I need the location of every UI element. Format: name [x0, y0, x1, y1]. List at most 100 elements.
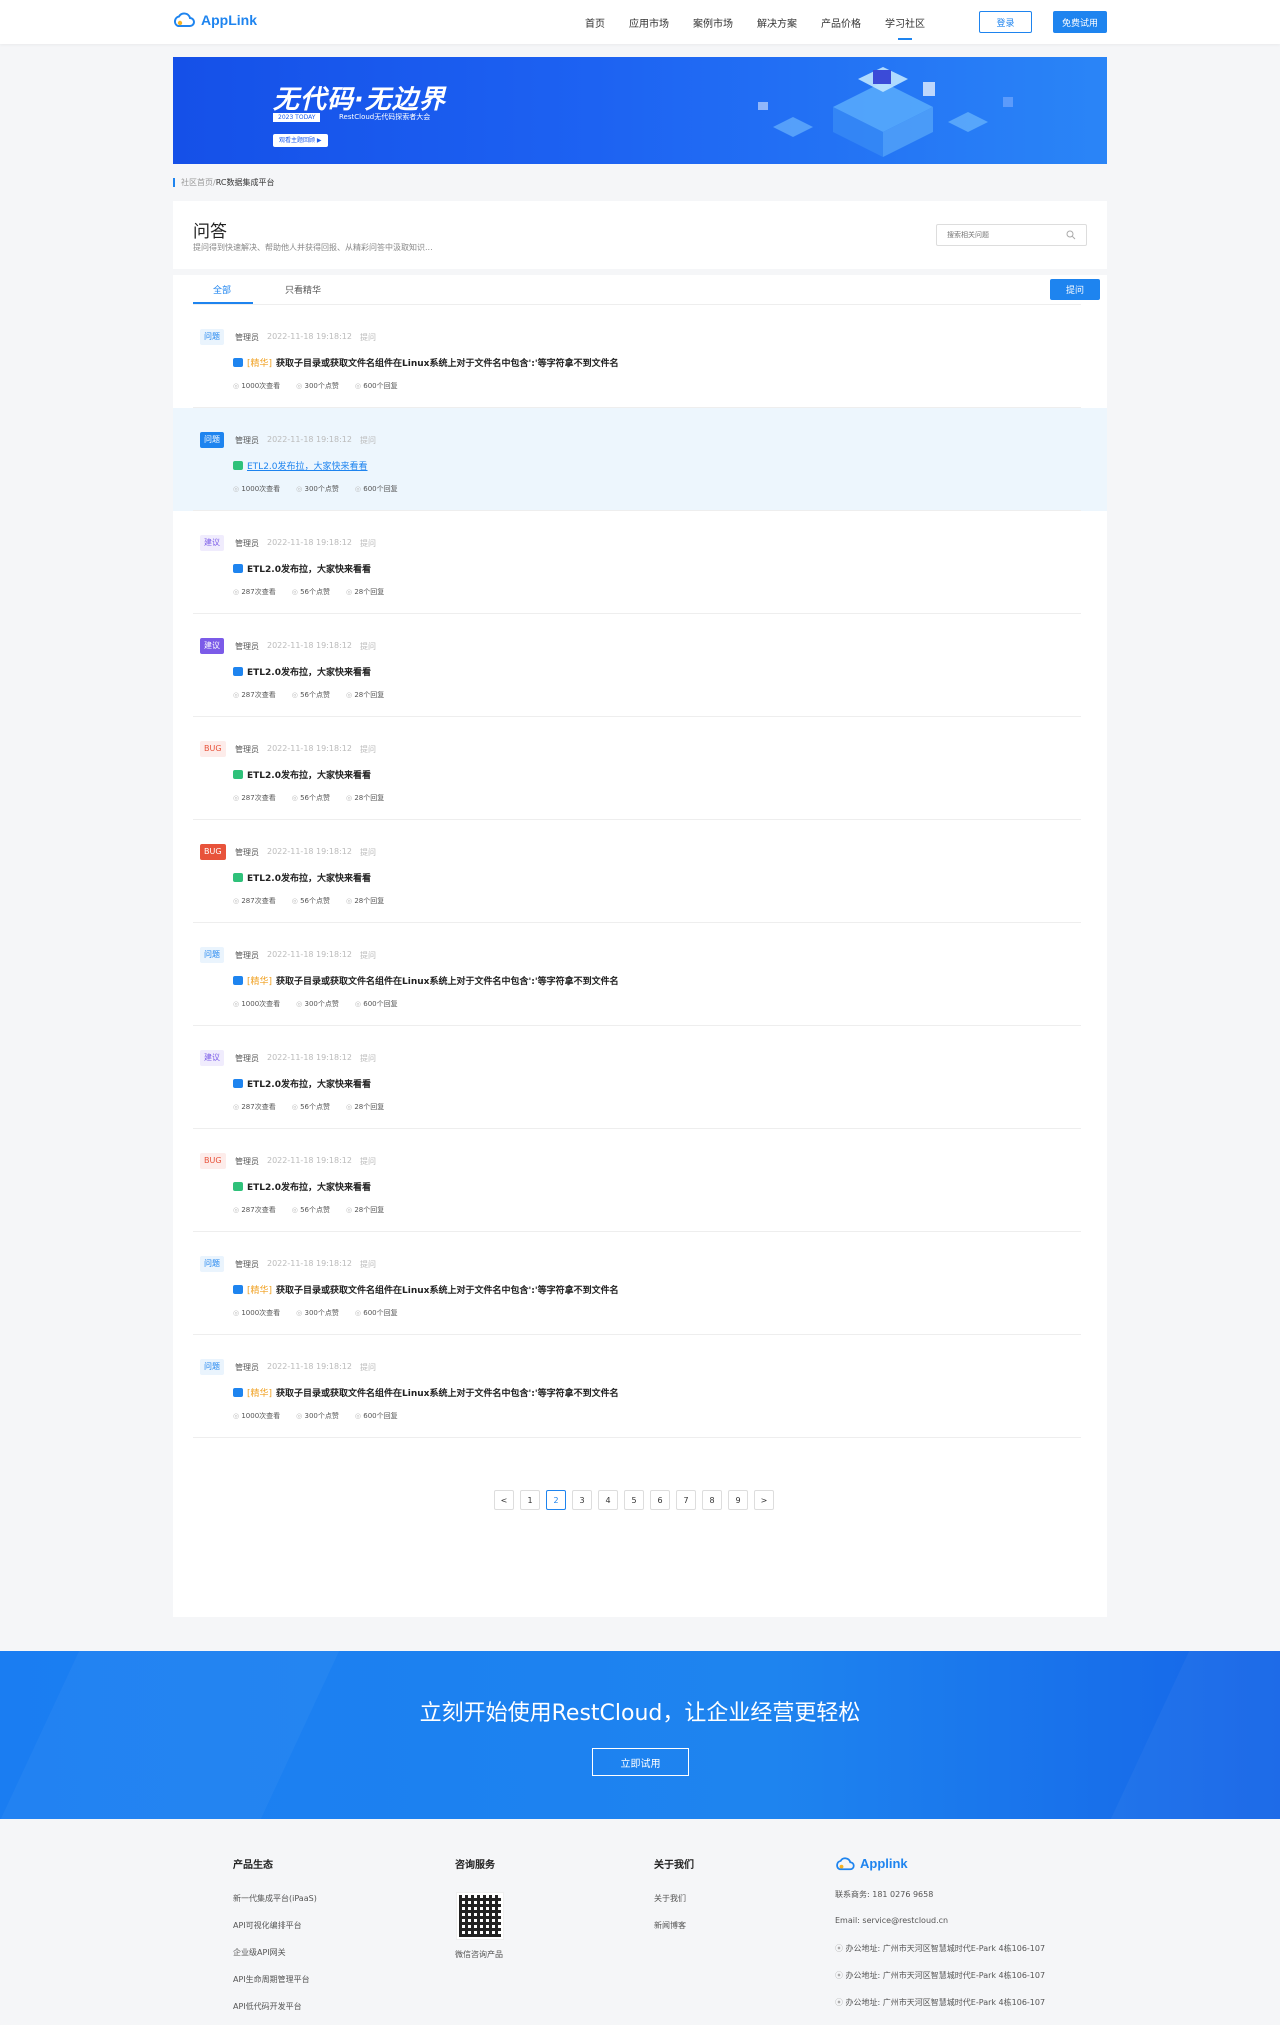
footer-link[interactable]: API生命周期管理平台 — [233, 1974, 317, 1984]
like-count: 56个点赞 — [292, 793, 330, 803]
question-title-link[interactable]: 获取子目录或获取文件名组件在Linux系统上对于文件名中包含':'等字符拿不到文… — [276, 1386, 619, 1399]
footer-link[interactable]: 新一代集成平台(iPaaS) — [233, 1893, 317, 1903]
chat-bubble-icon — [233, 1285, 243, 1294]
question-meta: 管理员 2022-11-18 19:18:12 提问 — [235, 538, 376, 549]
reply-count: 28个回复 — [346, 896, 384, 906]
question-title-link[interactable]: 获取子目录或获取文件名组件在Linux系统上对于文件名中包含':'等字符拿不到文… — [276, 1283, 619, 1296]
page-button[interactable]: 1 — [520, 1490, 540, 1510]
question-title-link[interactable]: ETL2.0发布拉，大家快来看看 — [247, 459, 368, 472]
logo[interactable]: AppLink — [173, 12, 257, 28]
footer-about-title: 关于我们 — [654, 1860, 694, 1871]
question-row[interactable]: BUG 管理员 2022-11-18 19:18:12 提问 ETL2.0发布拉，大家快… — [173, 820, 1107, 923]
nav-community[interactable]: 学习社区 — [885, 15, 925, 40]
question-type-badge: BUG — [200, 1153, 226, 1169]
search-icon[interactable] — [1066, 230, 1076, 240]
question-author[interactable]: 管理员 — [235, 744, 259, 755]
question-title-link[interactable]: ETL2.0发布拉，大家快来看看 — [247, 1077, 371, 1090]
view-count: 287次查看 — [233, 1205, 275, 1215]
page-button[interactable]: 8 — [702, 1490, 722, 1510]
tab-all[interactable]: 全部 — [213, 283, 231, 296]
footer-consult-title: 咨询服务 — [455, 1860, 495, 1871]
question-action: 提问 — [359, 333, 376, 342]
nav-case-market[interactable]: 案例市场 — [693, 15, 733, 30]
footer-products: 产品生态 新一代集成平台(iPaaS) API可视化编排平台 企业级API网关 … — [233, 1856, 317, 2025]
nav-solutions[interactable]: 解决方案 — [757, 15, 797, 30]
banner-title: 无代码·无边界 — [273, 85, 446, 115]
question-type-badge: 问题 — [200, 329, 224, 345]
question-author[interactable]: 管理员 — [235, 1053, 259, 1064]
question-action: 提问 — [359, 951, 376, 960]
view-count: 1000次查看 — [233, 484, 280, 494]
search-input[interactable] — [936, 224, 1087, 246]
prev-page-button[interactable]: < — [494, 1490, 514, 1510]
page-button-current[interactable]: 2 — [546, 1490, 566, 1510]
question-title-line: [精华] 获取子目录或获取文件名组件在Linux系统上对于文件名中包含':'等字符… — [233, 974, 619, 987]
question-title-link[interactable]: ETL2.0发布拉，大家快来看看 — [247, 871, 371, 884]
decorative-shape — [1110, 1651, 1280, 1819]
question-row[interactable]: 问题 管理员 2022-11-18 19:18:12 提问 [精华] 获取子目录或获取文件… — [173, 1335, 1107, 1438]
question-row[interactable]: BUG 管理员 2022-11-18 19:18:12 提问 ETL2.0发布拉，大家快… — [173, 1129, 1107, 1232]
footer-link[interactable]: 关于我们 — [654, 1893, 694, 1903]
question-title-link[interactable]: ETL2.0发布拉，大家快来看看 — [247, 665, 371, 678]
page-button[interactable]: 5 — [624, 1490, 644, 1510]
nav-app-market[interactable]: 应用市场 — [629, 15, 669, 30]
banner-cta-button[interactable]: 观看主题回顾 ▶ — [273, 134, 328, 147]
like-count: 56个点赞 — [292, 1205, 330, 1215]
question-stats: 1000次查看 300个点赞 600个回复 — [233, 381, 397, 391]
question-author[interactable]: 管理员 — [235, 1156, 259, 1167]
question-row[interactable]: 问题 管理员 2022-11-18 19:18:12 提问 [精华] 获取子目录或获取文件… — [173, 305, 1107, 408]
page-button[interactable]: 3 — [572, 1490, 592, 1510]
question-row[interactable]: BUG 管理员 2022-11-18 19:18:12 提问 ETL2.0发布拉，大家快… — [173, 717, 1107, 820]
question-author[interactable]: 管理员 — [235, 538, 259, 549]
question-title-link[interactable]: ETL2.0发布拉，大家快来看看 — [247, 768, 371, 781]
question-row[interactable]: 问题 管理员 2022-11-18 19:18:12 提问 ETL2.0发布拉，大家快来… — [173, 408, 1107, 511]
question-stats: 287次查看 56个点赞 28个回复 — [233, 587, 384, 597]
reply-count: 600个回复 — [355, 484, 397, 494]
footer-link[interactable]: 新闻博客 — [654, 1920, 694, 1930]
footer-contact: Applink 联系商务: 181 0276 9658 Email: servi… — [835, 1856, 1045, 2024]
tab-elite-only[interactable]: 只看精华 — [285, 283, 321, 296]
question-action: 提问 — [359, 539, 376, 548]
question-title-link[interactable]: ETL2.0发布拉，大家快来看看 — [247, 562, 371, 575]
question-title-link[interactable]: ETL2.0发布拉，大家快来看看 — [247, 1180, 371, 1193]
question-row[interactable]: 建议 管理员 2022-11-18 19:18:12 提问 ETL2.0发布拉，大家快来… — [173, 614, 1107, 717]
promo-banner[interactable]: 无代码·无边界 2023 TODAY RestCloud无代码探索者大会 观看主… — [173, 57, 1107, 164]
page-button[interactable]: 6 — [650, 1490, 670, 1510]
footer-link[interactable]: API低代码开发平台 — [233, 2001, 317, 2011]
question-row[interactable]: 建议 管理员 2022-11-18 19:18:12 提问 ETL2.0发布拉，大家快来… — [173, 511, 1107, 614]
question-row[interactable]: 问题 管理员 2022-11-18 19:18:12 提问 [精华] 获取子目录或获取文件… — [173, 923, 1107, 1026]
question-author[interactable]: 管理员 — [235, 1259, 259, 1270]
main-nav: 首页 应用市场 案例市场 解决方案 产品价格 学习社区 — [585, 0, 949, 44]
chat-bubble-icon — [233, 461, 243, 470]
nav-home[interactable]: 首页 — [585, 15, 605, 30]
next-page-button[interactable]: > — [754, 1490, 774, 1510]
footer-logo[interactable]: Applink — [835, 1856, 1045, 1871]
question-author[interactable]: 管理员 — [235, 950, 259, 961]
question-title-link[interactable]: 获取子目录或获取文件名组件在Linux系统上对于文件名中包含':'等字符拿不到文… — [276, 356, 619, 369]
question-time: 2022-11-18 19:18:12 — [267, 1362, 352, 1371]
question-author[interactable]: 管理员 — [235, 435, 259, 446]
ask-question-button[interactable]: 提问 — [1050, 279, 1100, 300]
question-author[interactable]: 管理员 — [235, 1362, 259, 1373]
question-row[interactable]: 问题 管理员 2022-11-18 19:18:12 提问 [精华] 获取子目录或获取文件… — [173, 1232, 1107, 1335]
try-now-button[interactable]: 立即试用 — [592, 1748, 689, 1776]
chat-bubble-icon — [233, 1079, 243, 1088]
question-meta: 管理员 2022-11-18 19:18:12 提问 — [235, 435, 376, 446]
page-button[interactable]: 7 — [676, 1490, 696, 1510]
page-button[interactable]: 9 — [728, 1490, 748, 1510]
breadcrumb-home[interactable]: 社区首页 — [181, 177, 213, 188]
view-count: 287次查看 — [233, 1102, 275, 1112]
question-author[interactable]: 管理员 — [235, 332, 259, 343]
question-row[interactable]: 建议 管理员 2022-11-18 19:18:12 提问 ETL2.0发布拉，大家快来… — [173, 1026, 1107, 1129]
footer-link[interactable]: 企业级API网关 — [233, 1947, 317, 1957]
free-trial-button[interactable]: 免费试用 — [1053, 11, 1107, 33]
question-type-badge: BUG — [200, 741, 226, 757]
nav-pricing[interactable]: 产品价格 — [821, 15, 861, 30]
login-button[interactable]: 登录 — [979, 11, 1032, 33]
question-author[interactable]: 管理员 — [235, 847, 259, 858]
footer-link[interactable]: API可视化编排平台 — [233, 1920, 317, 1930]
question-title-link[interactable]: 获取子目录或获取文件名组件在Linux系统上对于文件名中包含':'等字符拿不到文… — [276, 974, 619, 987]
page-button[interactable]: 4 — [598, 1490, 618, 1510]
logo-text: AppLink — [201, 12, 257, 28]
question-author[interactable]: 管理员 — [235, 641, 259, 652]
